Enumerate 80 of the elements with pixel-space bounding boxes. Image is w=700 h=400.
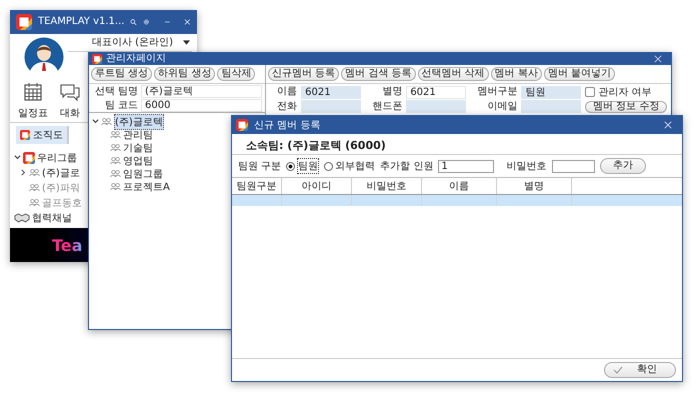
toolbar-button[interactable]: 멤버 검색 등록 xyxy=(341,67,416,81)
tree-item[interactable]: 임원그룹 xyxy=(123,166,163,180)
people-icon xyxy=(29,198,40,208)
admin-checkbox[interactable]: 관리자 여부 xyxy=(585,85,667,99)
tree-item[interactable]: 협력채널 xyxy=(32,210,72,225)
tree-item[interactable]: 우리그룹 xyxy=(37,150,77,165)
window-title: 관리자페이지 xyxy=(106,54,166,64)
field-label: 추가할 인원 xyxy=(380,160,434,173)
confirm-button[interactable]: 확인 xyxy=(604,362,676,378)
field-label: 선택 팀명 xyxy=(94,86,138,98)
tab[interactable]: 조직도 xyxy=(16,126,69,144)
tree-item[interactable]: (주)파워 xyxy=(42,180,80,195)
input-field[interactable] xyxy=(301,100,362,113)
radio-button[interactable]: 외부협력 xyxy=(324,159,376,173)
people-icon xyxy=(110,143,121,152)
dialog-title: 신규 멤버 등록 xyxy=(254,119,320,132)
people-icon xyxy=(110,169,121,178)
people-icon xyxy=(110,130,121,139)
tree-item[interactable]: 기술팀 xyxy=(123,140,153,154)
team-label: 소속팀: (주)글로텍 (6000) xyxy=(232,134,682,155)
people-icon xyxy=(110,182,121,191)
column-header: 이름 xyxy=(422,178,497,194)
chevron-icon[interactable] xyxy=(14,154,21,162)
nav-button[interactable]: 대화 xyxy=(60,82,80,120)
calendar-icon xyxy=(23,82,43,102)
toolbar-button[interactable]: 신규멤버 등록 xyxy=(268,67,340,81)
group-logo-icon xyxy=(23,152,35,164)
input-field[interactable] xyxy=(521,100,582,113)
password-field[interactable] xyxy=(552,160,595,172)
field-label: 팀 코드 xyxy=(104,100,138,112)
app-logo-icon xyxy=(20,130,30,140)
field-label: 이메일 xyxy=(486,100,518,112)
tree-item[interactable]: 프로젝트A xyxy=(123,180,170,194)
field-label: 전화 xyxy=(276,100,298,112)
field-label: 이름 xyxy=(276,86,298,98)
input-field[interactable]: 1 xyxy=(438,160,494,172)
nav-button[interactable]: 일정표 xyxy=(18,82,48,120)
app-logo-icon xyxy=(16,14,32,30)
column-header: 별명 xyxy=(497,178,572,194)
chevron-icon[interactable] xyxy=(20,169,27,176)
edit-member-button[interactable]: 멤버 정보 수정 xyxy=(585,100,667,112)
input-field[interactable]: 팀원 xyxy=(521,86,582,98)
input-field[interactable]: 6000 xyxy=(141,99,262,112)
tree-item[interactable]: 골프동호 xyxy=(42,196,82,210)
toolbar-button[interactable]: 하위팀 생성 xyxy=(154,67,216,81)
field-label: 비밀번호 xyxy=(506,160,546,173)
column-header: 비밀번호 xyxy=(352,178,422,194)
field-label: 멤버구분 xyxy=(476,86,518,98)
toolbar-button[interactable]: 선택멤버 삭제 xyxy=(418,67,489,81)
input-field[interactable]: 6021 xyxy=(301,86,362,98)
avatar-icon xyxy=(24,36,64,77)
toolbar-button[interactable]: 팀삭제 xyxy=(217,67,256,81)
toolbar-button[interactable]: 루트팀 생성 xyxy=(91,67,152,81)
people-icon xyxy=(29,168,40,178)
people-icon xyxy=(101,117,112,126)
input-field[interactable]: (주)글로텍 xyxy=(141,85,262,98)
chevron-icon[interactable] xyxy=(92,118,99,125)
window-title: TEAMPLAY v1.1... xyxy=(38,16,124,28)
check-icon xyxy=(613,366,623,374)
tree-item[interactable]: (주)글로 xyxy=(42,166,80,180)
tree-item[interactable]: 영업팀 xyxy=(123,154,153,168)
tree-item[interactable]: 관리팀 xyxy=(123,128,153,142)
field-label: 핸드폰 xyxy=(371,100,402,112)
chat-icon xyxy=(60,82,80,102)
caret-icon xyxy=(182,40,190,46)
field-label: 별명 xyxy=(381,86,402,98)
toolbar-button[interactable]: 멤버 복사 xyxy=(490,67,542,81)
toolbar-button[interactable]: 멤버 붙여넣기 xyxy=(544,67,616,81)
app-logo-icon xyxy=(236,119,248,131)
tree-item[interactable]: (주)글로텍 xyxy=(114,114,164,130)
close-icon[interactable] xyxy=(664,121,672,129)
field-label: 팀원 구분 xyxy=(238,160,282,173)
input-field[interactable]: 6021 xyxy=(406,86,466,98)
add-button[interactable]: 추가 xyxy=(600,158,646,174)
people-icon xyxy=(29,183,40,192)
column-header: 팀원구분 xyxy=(232,178,282,194)
column-header: 아이디 xyxy=(282,178,352,194)
close-icon[interactable] xyxy=(654,55,662,63)
people-icon xyxy=(110,156,121,165)
input-field[interactable] xyxy=(406,100,466,113)
